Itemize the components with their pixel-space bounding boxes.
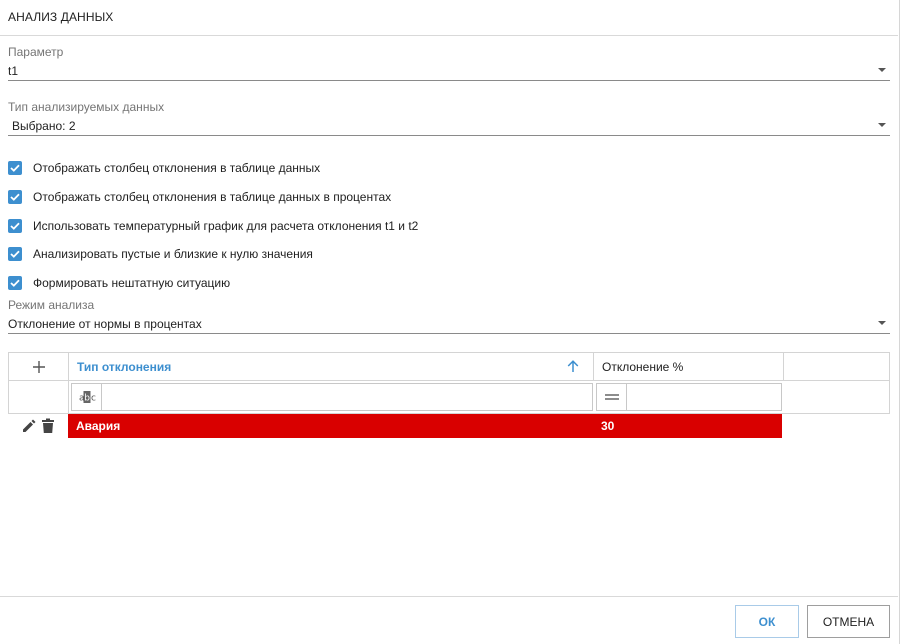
data-type-label: Тип анализируемых данных <box>8 100 165 114</box>
grid-filter-row: a b c <box>8 381 890 414</box>
filter-operator-button[interactable] <box>597 384 627 410</box>
checkbox-show-deviation-column[interactable]: Отображать столбец отклонения в таблице … <box>8 159 320 177</box>
column-header-type-label: Тип отклонения <box>77 360 172 374</box>
analysis-mode-value: Отклонение от нормы в процентах <box>8 317 202 331</box>
checkbox-use-temperature-graph[interactable]: Использовать температурный график для ра… <box>8 217 418 235</box>
row-deviation-text: 30 <box>601 419 615 433</box>
checkbox-label: Формировать нештатную ситуацию <box>33 276 231 290</box>
checkbox-checked-icon[interactable] <box>8 190 22 204</box>
plus-icon[interactable] <box>32 360 45 373</box>
deviation-filter-input[interactable] <box>596 383 782 411</box>
checkbox-label: Отображать столбец отклонения в таблице … <box>33 190 392 204</box>
column-header-type[interactable]: Тип отклонения <box>69 353 594 380</box>
data-type-select[interactable]: Выбрано: 2 <box>8 114 890 136</box>
analysis-mode-field[interactable]: Режим анализа Отклонение от нормы в проц… <box>8 298 890 334</box>
checkbox-checked-icon[interactable] <box>8 161 22 175</box>
filter-spacer <box>9 381 69 413</box>
analysis-dialog: АНАЛИЗ ДАННЫХ Параметр t1 Тип анализируе… <box>0 0 900 644</box>
svg-text:b: b <box>84 394 90 404</box>
data-type-value: Выбрано: 2 <box>12 119 76 133</box>
parameter-field[interactable]: Параметр t1 <box>8 45 890 81</box>
checkbox-checked-icon[interactable] <box>8 247 22 261</box>
abc-icon[interactable]: a b c <box>76 390 98 404</box>
parameter-value: t1 <box>8 64 19 78</box>
dialog-header: АНАЛИЗ ДАННЫХ <box>0 0 898 36</box>
type-filter-input[interactable]: a b c <box>71 383 593 411</box>
checkbox-label: Использовать температурный график для ра… <box>33 219 419 233</box>
equals-icon[interactable] <box>604 394 619 400</box>
checkbox-checked-icon[interactable] <box>8 219 22 233</box>
cancel-button[interactable]: ОТМЕНА <box>807 605 890 638</box>
analysis-mode-select[interactable]: Отклонение от нормы в процентах <box>8 312 890 334</box>
dialog-footer: ОК ОТМЕНА <box>0 596 898 644</box>
dropdown-arrow-icon[interactable] <box>878 123 886 127</box>
data-type-field[interactable]: Тип анализируемых данных Выбрано: 2 <box>8 100 890 136</box>
checkbox-label: Отображать столбец отклонения в таблице … <box>33 161 321 175</box>
filter-operator-button[interactable]: a b c <box>72 384 102 410</box>
ok-button[interactable]: ОК <box>735 605 799 638</box>
edit-icon[interactable] <box>21 418 37 434</box>
row-cell-deviation[interactable]: 30 <box>593 414 782 438</box>
row-cell-type[interactable]: Авария <box>68 414 593 438</box>
svg-text:c: c <box>91 394 96 404</box>
column-header-deviation[interactable]: Отклонение % <box>594 353 784 380</box>
checkbox-show-deviation-percent[interactable]: Отображать столбец отклонения в таблице … <box>8 188 391 206</box>
table-row[interactable]: Авария 30 <box>8 414 890 438</box>
sort-ascending-icon[interactable] <box>567 360 579 373</box>
checkbox-label: Анализировать пустые и близкие к нулю зн… <box>33 247 313 261</box>
checkbox-create-emergency[interactable]: Формировать нештатную ситуацию <box>8 274 230 292</box>
analysis-mode-label: Режим анализа <box>8 298 95 312</box>
row-actions <box>8 414 68 438</box>
dropdown-arrow-icon[interactable] <box>878 68 886 72</box>
dialog-title: АНАЛИЗ ДАННЫХ <box>8 10 114 24</box>
add-row-button[interactable] <box>9 353 69 380</box>
parameter-label: Параметр <box>8 45 64 59</box>
row-type-text: Авария <box>76 419 121 433</box>
checkbox-analyze-empty-values[interactable]: Анализировать пустые и близкие к нулю зн… <box>8 245 313 263</box>
column-header-deviation-label: Отклонение % <box>602 360 684 374</box>
dropdown-arrow-icon[interactable] <box>878 321 886 325</box>
checkbox-checked-icon[interactable] <box>8 276 22 290</box>
grid-header: Тип отклонения Отклонение % <box>8 352 890 381</box>
delete-icon[interactable] <box>41 418 55 434</box>
parameter-select[interactable]: t1 <box>8 59 890 81</box>
